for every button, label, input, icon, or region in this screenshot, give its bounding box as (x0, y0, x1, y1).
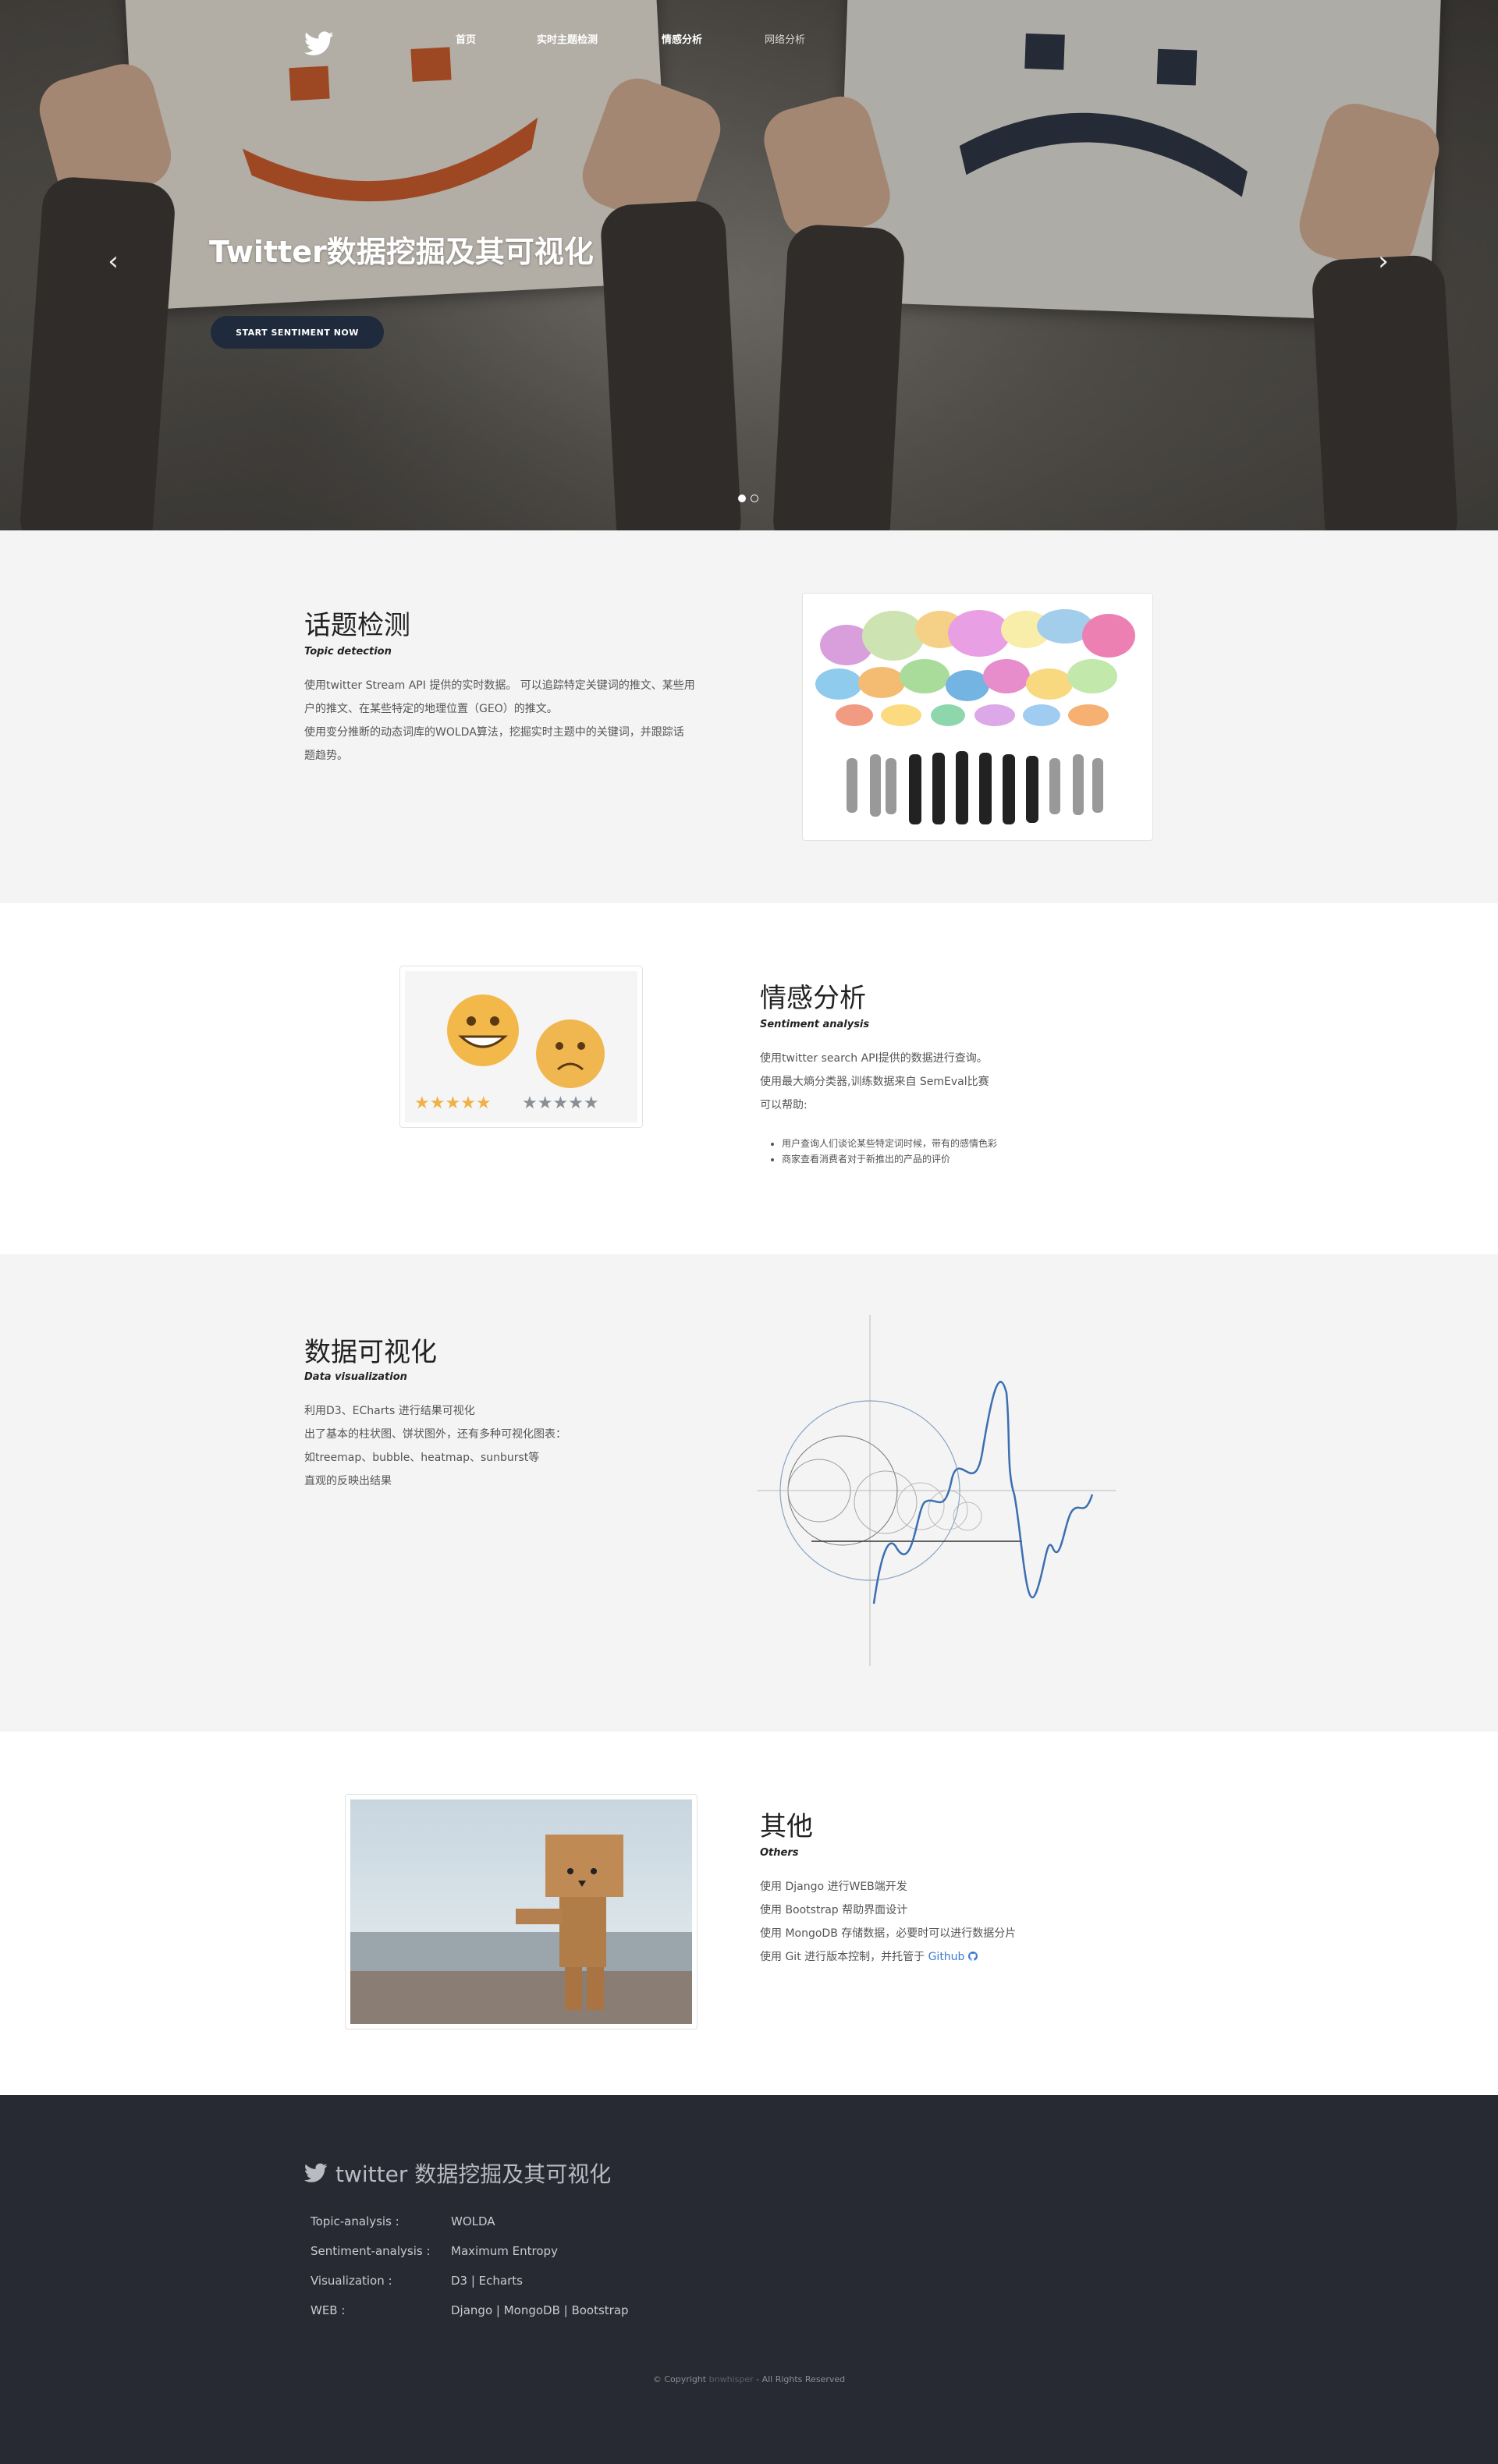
sentiment-bullets: 用户查询人们谈论某些特定词时候，带有的感情色彩 商家查看消费者对于新推出的产品的… (760, 1136, 1228, 1167)
visualization-description: 利用D3、ECharts 进行结果可视化 出了基本的柱状图、饼状图外，还有多种可… (304, 1399, 772, 1493)
list-item: 商家查看消费者对于新推出的产品的评价 (782, 1151, 1228, 1167)
list-item: 用户查询人们谈论某些特定词时候，带有的感情色彩 (782, 1136, 1228, 1151)
visualization-subtitle: Data visualization (304, 1371, 407, 1383)
others-subtitle: Others (760, 1847, 799, 1859)
smiley-rating-image: ★★★★★ ★★★★★ (399, 966, 643, 1128)
carousel-prev-button[interactable]: ‹ (101, 246, 125, 277)
speech-bubbles-image (802, 593, 1153, 841)
twitter-bird-icon[interactable] (304, 31, 334, 56)
hero-title: Twitter数据挖掘及其可视化 (209, 235, 594, 269)
sentiment-line: 可以帮助: (760, 1099, 808, 1111)
topic-subtitle: Topic detection (304, 646, 392, 658)
sentiment-title: 情感分析 (760, 983, 866, 1014)
footer-label-web: WEB : (311, 2303, 346, 2317)
sentiment-subtitle: Sentiment analysis (760, 1019, 870, 1030)
people-speech-bubbles-icon (815, 609, 1135, 824)
copyright: © Copyright bnwhisper - All Rights Reser… (0, 2374, 1498, 2384)
footer-brand: twitter 数据挖掘及其可视化 (304, 2157, 611, 2189)
chevron-left-icon: ‹ (108, 246, 119, 277)
svg-text:★★★★★: ★★★★★ (522, 1094, 599, 1113)
footer-value-web: Django | MongoDB | Bootstrap (451, 2303, 629, 2317)
footer-label-visualization: Visualization : (311, 2274, 392, 2288)
github-icon (967, 1952, 978, 1961)
carousel-indicators (738, 495, 758, 502)
copyright-name[interactable]: bnwhisper (709, 2374, 754, 2384)
nav-home[interactable]: 首页 (456, 31, 476, 46)
svg-text:★★★★★: ★★★★★ (414, 1094, 492, 1113)
visualization-line: 直观的反映出结果 (304, 1475, 392, 1487)
twitter-bird-icon (304, 2163, 328, 2182)
carousel-dot-1[interactable] (738, 495, 746, 502)
topic-line: 使用变分推断的动态词库的WOLDA算法，挖掘实时主题中的关键词，并跟踪话 (304, 726, 684, 739)
hero-carousel: 首页 实时主题检测 情感分析 网络分析 ‹ › Twitter数据挖掘及其可视化… (0, 0, 1498, 530)
sentiment-description: 使用twitter search API提供的数据进行查询。 使用最大熵分类器,… (760, 1047, 1228, 1117)
footer-label-topic: Topic-analysis : (311, 2214, 399, 2228)
topic-section: 话题检测 Topic detection 使用twitter Stream AP… (0, 530, 1498, 903)
topic-line: 题趋势。 (304, 750, 348, 762)
topic-title: 话题检测 (304, 610, 410, 641)
others-git-line: 使用 Git 进行版本控制，并托管于 Github (760, 1945, 1259, 1969)
footer (0, 2095, 1498, 2464)
danbo-image (345, 1794, 698, 2030)
visualization-line: 如treemap、bubble、heatmap、sunburst等 (304, 1452, 540, 1464)
sentiment-line: 使用最大熵分类器,训练数据来自 SemEval比赛 (760, 1076, 989, 1088)
nav-network[interactable]: 网络分析 (765, 31, 805, 46)
footer-value-visualization: D3 | Echarts (451, 2274, 523, 2288)
github-link[interactable]: Github (928, 1951, 978, 1963)
copyright-prefix: © Copyright (652, 2374, 709, 2384)
fourier-wave-graphic (757, 1315, 1116, 1666)
others-line: 使用 Bootstrap 帮助界面设计 (760, 1904, 908, 1916)
footer-brand-text: twitter 数据挖掘及其可视化 (335, 2161, 612, 2187)
visualization-line: 出了基本的柱状图、饼状图外，还有多种可视化图表： (304, 1428, 566, 1441)
footer-value-sentiment: Maximum Entropy (451, 2244, 558, 2258)
carousel-dot-2[interactable] (751, 495, 758, 502)
others-line: 使用 MongoDB 存储数据，必要时可以进行数据分片 (760, 1927, 1017, 1940)
carousel-next-button[interactable]: › (1372, 246, 1395, 277)
others-description: 使用 Django 进行WEB端开发 使用 Bootstrap 帮助界面设计 使… (760, 1875, 1259, 1969)
top-nav: 首页 实时主题检测 情感分析 网络分析 (0, 0, 1498, 78)
visualization-section: 数据可视化 Data visualization 利用D3、ECharts 进行… (0, 1254, 1498, 1732)
start-sentiment-button[interactable]: START SENTIMENT NOW (211, 316, 384, 349)
topic-line: 户的推文、在某些特定的地理位置（GEO）的推文。 (304, 703, 558, 715)
git-line-prefix: 使用 Git 进行版本控制，并托管于 (760, 1951, 928, 1963)
footer-label-sentiment: Sentiment-analysis : (311, 2244, 431, 2258)
sentiment-line: 使用twitter search API提供的数据进行查询。 (760, 1052, 988, 1065)
visualization-title: 数据可视化 (304, 1337, 437, 1368)
footer-value-topic: WOLDA (451, 2214, 495, 2228)
cardboard-robot-photo-icon (350, 1799, 692, 2024)
copyright-suffix: - All Rights Reserved (753, 2374, 846, 2384)
github-link-text: Github (928, 1951, 965, 1963)
nav-sentiment[interactable]: 情感分析 (662, 31, 702, 46)
others-section: 其他 Others 使用 Django 进行WEB端开发 使用 Bootstra… (0, 1732, 1498, 2094)
sentiment-section: ★★★★★ ★★★★★ 情感分析 Sentiment analysis 使用tw… (0, 903, 1498, 1254)
topic-description: 使用twitter Stream API 提供的实时数据。 可以追踪特定关键词的… (304, 674, 757, 768)
others-line: 使用 Django 进行WEB端开发 (760, 1881, 907, 1893)
smiley-faces-icon: ★★★★★ ★★★★★ (405, 971, 637, 1122)
visualization-line: 利用D3、ECharts 进行结果可视化 (304, 1405, 475, 1417)
chevron-right-icon: › (1378, 246, 1389, 277)
nav-realtime-topic[interactable]: 实时主题检测 (537, 31, 598, 46)
topic-line: 使用twitter Stream API 提供的实时数据。 可以追踪特定关键词的… (304, 679, 695, 692)
others-title: 其他 (760, 1811, 813, 1842)
